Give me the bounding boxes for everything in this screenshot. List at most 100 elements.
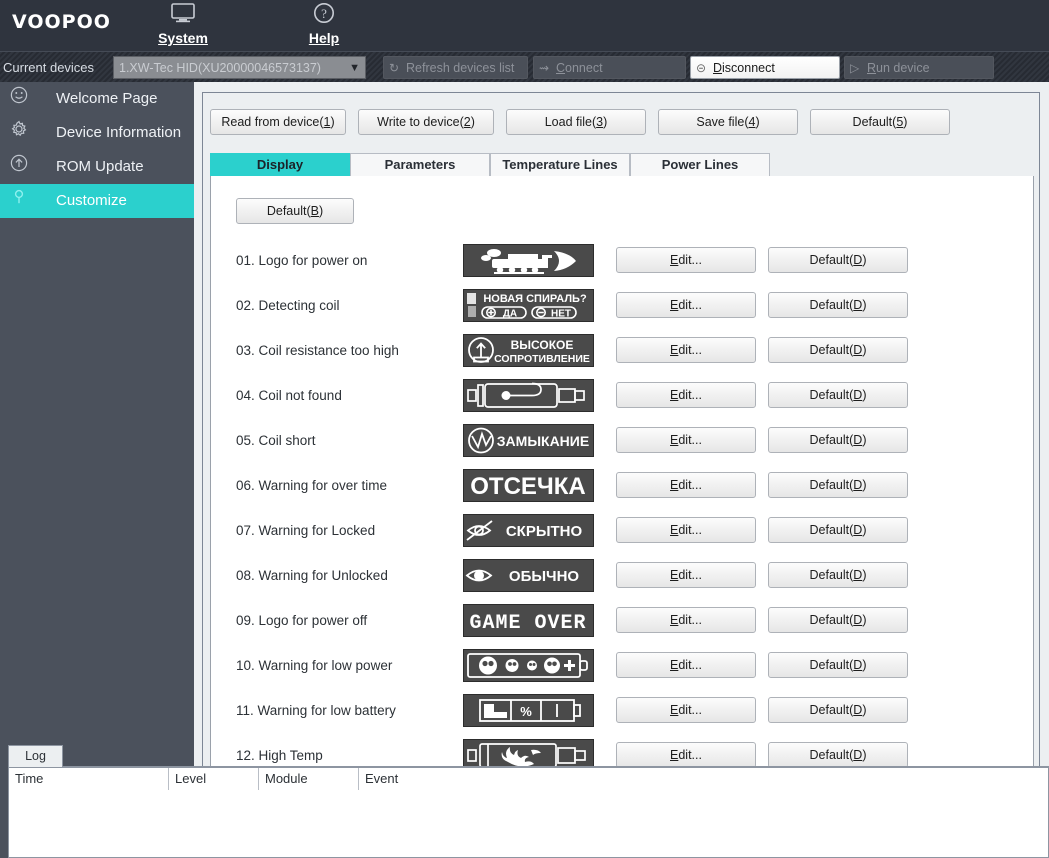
connect-button[interactable]: ⇝ Connect	[533, 56, 686, 79]
display-item-preview[interactable]	[463, 649, 594, 682]
read-from-device-button[interactable]: Read from device(1)	[210, 109, 346, 135]
device-toolbar: Current devices 1.XW-Tec HID(XU200000465…	[0, 51, 1049, 83]
btn-suffix: )	[862, 433, 867, 447]
sidebar-item-rom-update[interactable]: ROM Update	[0, 150, 194, 184]
btn-mnemonic: D	[853, 613, 863, 627]
btn-suffix: )	[862, 388, 867, 402]
btn-mnemonic: 2	[463, 115, 471, 129]
default-button[interactable]: Default(D)	[768, 607, 908, 633]
menu-system-label: System	[158, 30, 208, 46]
display-item-preview[interactable]: %	[463, 694, 594, 727]
sidebar-item-customize[interactable]: Customize	[0, 184, 194, 218]
display-item-preview[interactable]	[463, 379, 594, 412]
edit-button[interactable]: Edit...	[616, 292, 756, 318]
disconnect-button[interactable]: ⊝ Disconnect	[690, 56, 840, 79]
display-item-preview[interactable]: СКРЫТНО	[463, 514, 594, 547]
btn-suffix: )	[862, 253, 867, 267]
log-column-header[interactable]: Event	[359, 768, 1049, 790]
tab-log[interactable]: Log	[8, 745, 63, 767]
svg-text:ДА: ДА	[503, 309, 517, 320]
display-item-preview[interactable]: ЗАМЫКАНИЕ	[463, 424, 594, 457]
write-to-device-button[interactable]: Write to device(2)	[358, 109, 494, 135]
chevron-down-icon: ▼	[349, 62, 360, 74]
log-table-header: Time Level Module Event	[9, 768, 1048, 790]
refresh-devices-label: Refresh devices list	[406, 61, 515, 75]
edit-button[interactable]: Edit...	[616, 427, 756, 453]
tab-label: Temperature Lines	[502, 157, 618, 172]
load-file-button[interactable]: Load file(3)	[506, 109, 646, 135]
default-button[interactable]: Default(D)	[768, 472, 908, 498]
tab-parameters[interactable]: Parameters	[350, 153, 490, 176]
display-item-preview[interactable]: ОБЫЧНО	[463, 559, 594, 592]
btn-suffix: )	[862, 523, 867, 537]
tab-display[interactable]: Display	[210, 153, 350, 176]
log-column-header[interactable]: Level	[169, 768, 259, 790]
log-table: Time Level Module Event	[8, 767, 1049, 858]
default-display-button[interactable]: Default(B)	[236, 198, 354, 224]
display-item-preview[interactable]	[463, 244, 594, 277]
btn-mnemonic: D	[853, 343, 863, 357]
edit-button[interactable]: Edit...	[616, 472, 756, 498]
display-item-preview[interactable]: ВЫСОКОЕ СОПРОТИВЛЕНИЕ	[463, 334, 594, 367]
sidebar: Welcome Page Device Information ROM Upda…	[0, 82, 194, 858]
edit-button[interactable]: Edit...	[616, 607, 756, 633]
sidebar-item-welcome-page[interactable]: Welcome Page	[0, 82, 194, 116]
edit-button[interactable]: Edit...	[616, 562, 756, 588]
btn-text: dit...	[678, 568, 702, 582]
btn-text: dit...	[678, 703, 702, 717]
btn-suffix: )	[862, 478, 867, 492]
default-button[interactable]: Default(D)	[768, 652, 908, 678]
display-item-preview[interactable]: НОВАЯ СПИРАЛЬ? ДА НЕТ	[463, 289, 594, 322]
btn-text: Default(	[852, 115, 897, 129]
tab-temperature-lines[interactable]: Temperature Lines	[490, 153, 630, 176]
btn-suffix: )	[862, 703, 867, 717]
btn-mnemonic: B	[310, 204, 319, 218]
save-file-button[interactable]: Save file(4)	[658, 109, 798, 135]
display-item-row: 08. Warning for Unlocked ОБЫЧНО Edit... Def…	[211, 553, 1035, 598]
tab-label: Power Lines	[661, 157, 739, 172]
tab-power-lines[interactable]: Power Lines	[630, 153, 770, 176]
btn-suffix: )	[755, 115, 760, 129]
log-column-header[interactable]: Module	[259, 768, 359, 790]
default-button[interactable]: Default(D)	[768, 562, 908, 588]
btn-text: Default(	[809, 298, 854, 312]
svg-text:СКРЫТНО: СКРЫТНО	[506, 523, 583, 540]
btn-text: Save file(	[696, 115, 749, 129]
default-button[interactable]: Default(D)	[768, 517, 908, 543]
default-button[interactable]: Default(D)	[768, 427, 908, 453]
btn-suffix: )	[330, 115, 335, 129]
btn-text: dit...	[678, 523, 702, 537]
menu-help[interactable]: ? Help	[269, 2, 379, 46]
btn-suffix: )	[862, 343, 867, 357]
voopoo-logo: VOOPOO	[12, 11, 111, 33]
arrow-up-circle-icon	[4, 150, 34, 184]
default-button[interactable]: Default(D)	[768, 292, 908, 318]
btn-mnemonic: D	[853, 478, 863, 492]
sidebar-item-label: ROM Update	[56, 158, 144, 175]
default-button[interactable]: Default(D)	[768, 697, 908, 723]
log-column-header[interactable]: Time	[9, 768, 169, 790]
edit-button[interactable]: Edit...	[616, 652, 756, 678]
edit-button[interactable]: Edit...	[616, 517, 756, 543]
default-all-button[interactable]: Default(5)	[810, 109, 950, 135]
device-select[interactable]: 1.XW-Tec HID(XU20000046573137) ▼	[113, 56, 366, 79]
edit-button[interactable]: Edit...	[616, 382, 756, 408]
edit-button[interactable]: Edit...	[616, 337, 756, 363]
run-device-button[interactable]: ▷ Run device	[844, 56, 994, 79]
edit-button[interactable]: Edit...	[616, 697, 756, 723]
menu-system[interactable]: System	[128, 2, 238, 46]
display-item-row: 11. Warning for low battery% Edit... Defau…	[211, 688, 1035, 733]
btn-suffix: )	[862, 613, 867, 627]
edit-button[interactable]: Edit...	[616, 247, 756, 273]
default-button[interactable]: Default(D)	[768, 247, 908, 273]
svg-text:ВЫСОКОЕ: ВЫСОКОЕ	[511, 338, 574, 352]
btn-text: dit...	[678, 658, 702, 672]
display-item-preview[interactable]: ОТСЕЧКА	[463, 469, 594, 502]
tab-strip: Display Parameters Temperature Lines Pow…	[210, 153, 1034, 177]
refresh-devices-button[interactable]: ↻ Refresh devices list	[383, 56, 528, 79]
default-button[interactable]: Default(D)	[768, 337, 908, 363]
display-item-preview[interactable]: GAME OVER	[463, 604, 594, 637]
svg-text:ЗАМЫКАНИЕ: ЗАМЫКАНИЕ	[497, 433, 589, 449]
default-button[interactable]: Default(D)	[768, 382, 908, 408]
sidebar-item-device-information[interactable]: Device Information	[0, 116, 194, 150]
